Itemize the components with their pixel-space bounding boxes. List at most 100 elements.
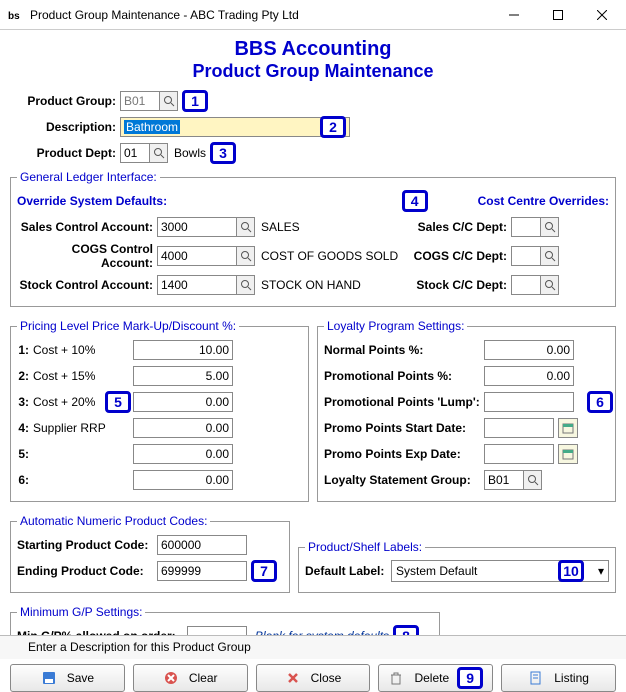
price-level-1-label: Cost + 10%: [33, 343, 133, 357]
shelf-labels-group: Product/Shelf Labels: Default Label: Sys…: [298, 540, 616, 593]
close-button[interactable]: Close: [256, 664, 371, 692]
price-level-6-input[interactable]: 0.00: [133, 470, 233, 490]
title-bar: bs Product Group Maintenance - ABC Tradi…: [0, 0, 626, 30]
start-code-input[interactable]: 600000: [157, 535, 247, 555]
maximize-button[interactable]: [536, 1, 580, 29]
stock-cc-lookup-icon[interactable]: [541, 275, 559, 295]
stock-account-name: STOCK ON HAND: [261, 278, 411, 292]
shelf-labels-legend: Product/Shelf Labels:: [305, 540, 425, 554]
sales-cc-lookup-icon[interactable]: [541, 217, 559, 237]
promo-lump-label: Promotional Points 'Lump':: [324, 395, 484, 409]
product-group-lookup-icon[interactable]: [160, 91, 178, 111]
callout-6: 6: [587, 391, 613, 413]
stock-account-lookup-icon[interactable]: [237, 275, 255, 295]
callout-4: 4: [402, 190, 428, 212]
price-level-5-num: 5:: [17, 447, 33, 461]
normal-points-input[interactable]: 0.00: [484, 340, 574, 360]
clear-button[interactable]: Clear: [133, 664, 248, 692]
stock-account-label: Stock Control Account:: [17, 278, 157, 292]
promo-points-input[interactable]: 0.00: [484, 366, 574, 386]
cogs-cc-input[interactable]: [511, 246, 541, 266]
gl-legend: General Ledger Interface:: [17, 170, 160, 184]
price-level-1-num: 1:: [17, 343, 33, 357]
cogs-account-input[interactable]: 4000: [157, 246, 237, 266]
sales-cc-input[interactable]: [511, 217, 541, 237]
loyalty-stmt-input[interactable]: B01: [484, 470, 524, 490]
price-level-4-input[interactable]: 0.00: [133, 418, 233, 438]
product-group-input[interactable]: B01: [120, 91, 160, 111]
end-code-input[interactable]: 699999: [157, 561, 247, 581]
product-group-label: Product Group:: [10, 94, 120, 108]
callout-10: 10: [558, 560, 584, 582]
price-level-3-input[interactable]: 0.00: [133, 392, 233, 412]
close-window-button[interactable]: [580, 1, 624, 29]
sales-account-input[interactable]: 3000: [157, 217, 237, 237]
gp-legend: Minimum G/P Settings:: [17, 605, 145, 619]
loyalty-stmt-lookup-icon[interactable]: [524, 470, 542, 490]
price-level-2-input[interactable]: 5.00: [133, 366, 233, 386]
price-level-1-input[interactable]: 10.00: [133, 340, 233, 360]
product-dept-label: Product Dept:: [10, 146, 120, 160]
price-level-2-label: Cost + 15%: [33, 369, 133, 383]
description-input[interactable]: Bathroom: [120, 117, 350, 137]
promo-start-label: Promo Points Start Date:: [324, 421, 484, 435]
default-label-label: Default Label:: [305, 564, 391, 578]
cogs-account-lookup-icon[interactable]: [237, 246, 255, 266]
price-level-2-num: 2:: [17, 369, 33, 383]
cogs-cc-label: COGS C/C Dept:: [411, 249, 511, 263]
callout-5: 5: [105, 391, 131, 413]
loyalty-group: Loyalty Program Settings: Normal Points …: [317, 319, 616, 502]
default-label-select[interactable]: System Default 10 ▾: [391, 560, 609, 582]
product-dept-code-input[interactable]: 01: [120, 143, 150, 163]
sales-cc-label: Sales C/C Dept:: [411, 220, 511, 234]
price-level-5-input[interactable]: 0.00: [133, 444, 233, 464]
promo-lump-input[interactable]: [484, 392, 574, 412]
page-title: Product Group Maintenance: [10, 61, 616, 82]
save-icon: [41, 670, 57, 686]
promo-exp-input[interactable]: [484, 444, 554, 464]
svg-text:bs: bs: [8, 11, 20, 22]
stock-account-input[interactable]: 1400: [157, 275, 237, 295]
sales-account-lookup-icon[interactable]: [237, 217, 255, 237]
callout-7: 7: [251, 560, 277, 582]
callout-1: 1: [182, 90, 208, 112]
callout-9: 9: [457, 667, 483, 689]
minimize-button[interactable]: [492, 1, 536, 29]
sales-account-name: SALES: [261, 220, 411, 234]
loyalty-legend: Loyalty Program Settings:: [324, 319, 467, 333]
start-code-label: Starting Product Code:: [17, 538, 157, 552]
pricing-group: Pricing Level Price Mark-Up/Discount %: …: [10, 319, 309, 502]
promo-exp-label: Promo Points Exp Date:: [324, 447, 484, 461]
status-bar: Enter a Description for this Product Gro…: [0, 635, 626, 659]
override-defaults-label: Override System Defaults:: [17, 194, 398, 208]
price-level-3-num: 3:: [17, 395, 33, 409]
brand-title: BBS Accounting: [10, 38, 616, 61]
clear-icon: [163, 670, 179, 686]
pricing-legend: Pricing Level Price Mark-Up/Discount %:: [17, 319, 239, 333]
callout-2: 2: [320, 116, 346, 138]
promo-points-label: Promotional Points %:: [324, 369, 484, 383]
gl-interface-group: General Ledger Interface: Override Syste…: [10, 170, 616, 307]
normal-points-label: Normal Points %:: [324, 343, 484, 357]
price-level-4-num: 4:: [17, 421, 33, 435]
stock-cc-input[interactable]: [511, 275, 541, 295]
promo-start-calendar-icon[interactable]: [558, 418, 578, 438]
listing-button[interactable]: Listing: [501, 664, 616, 692]
promo-exp-calendar-icon[interactable]: [558, 444, 578, 464]
sales-account-label: Sales Control Account:: [17, 220, 157, 234]
cogs-account-name: COST OF GOODS SOLD: [261, 249, 411, 263]
cogs-cc-lookup-icon[interactable]: [541, 246, 559, 266]
save-button[interactable]: Save: [10, 664, 125, 692]
promo-start-input[interactable]: [484, 418, 554, 438]
price-level-4-label: Supplier RRP: [33, 421, 133, 435]
description-label: Description:: [10, 120, 120, 134]
chevron-down-icon: ▾: [598, 564, 604, 578]
product-dept-lookup-icon[interactable]: [150, 143, 168, 163]
delete-button[interactable]: Delete9: [378, 664, 493, 692]
default-label-value: System Default: [396, 564, 477, 578]
cost-centre-overrides-label: Cost Centre Overrides:: [478, 194, 609, 208]
autonum-legend: Automatic Numeric Product Codes:: [17, 514, 210, 528]
end-code-label: Ending Product Code:: [17, 564, 157, 578]
callout-3: 3: [210, 142, 236, 164]
autonum-group: Automatic Numeric Product Codes: Startin…: [10, 514, 290, 593]
